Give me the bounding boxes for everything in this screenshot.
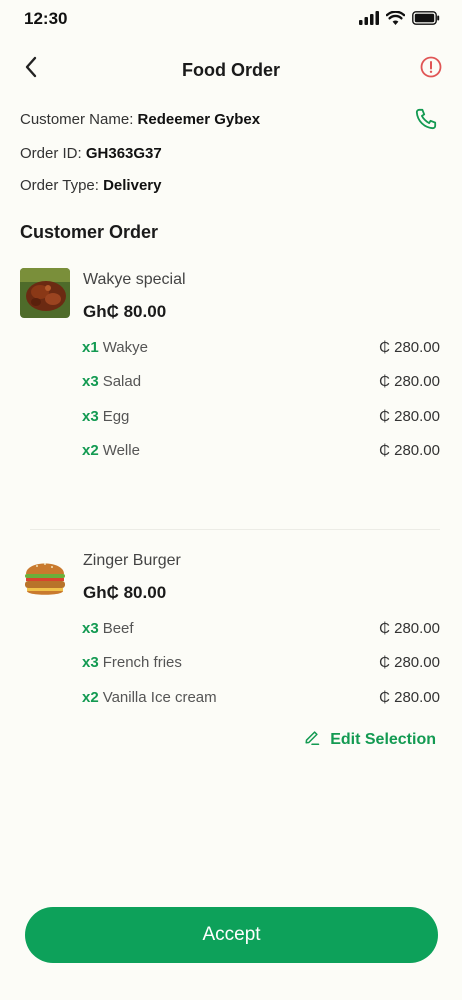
order-line: x3 French fries ₵ 280.00 <box>82 654 440 676</box>
line-name: Vanilla Ice cream <box>102 689 217 706</box>
call-customer-button[interactable] <box>412 107 440 135</box>
customer-name-label: Customer Name: <box>20 111 138 128</box>
food-thumbnail <box>20 550 70 600</box>
customer-name: Redeemer Gybex <box>137 111 261 128</box>
order-line: x3 Egg ₵ 280.00 <box>82 408 440 430</box>
line-qty: x3 <box>82 408 99 425</box>
order-line: x1 Wakye ₵ 280.00 <box>82 339 440 361</box>
status-icons <box>359 10 440 30</box>
item-name: Zinger Burger <box>83 552 181 569</box>
edit-selection-label: Edit Selection <box>330 730 436 748</box>
wifi-icon <box>385 10 406 30</box>
item-name: Wakye special <box>83 271 186 288</box>
order-id-label: Order ID: <box>20 145 86 162</box>
order-line: x3 Beef ₵ 280.00 <box>82 620 440 642</box>
report-button[interactable] <box>418 56 444 82</box>
order-type: Delivery <box>103 177 162 194</box>
order-id-row: Order ID: GH363G37 <box>20 145 162 162</box>
divider <box>30 529 440 530</box>
line-qty: x1 <box>82 339 99 356</box>
line-amount: ₵ 280.00 <box>379 339 440 356</box>
line-name: Welle <box>102 442 140 459</box>
edit-selection-button[interactable]: Edit Selection <box>304 729 436 750</box>
line-amount: ₵ 280.00 <box>379 442 440 459</box>
status-time: 12:30 <box>24 9 68 28</box>
order-type-label: Order Type: <box>20 177 104 194</box>
section-title: Customer Order <box>20 222 159 242</box>
food-order-screen: 12:30 Food Order Customer Name: Redeemer… <box>0 0 462 1000</box>
line-qty: x3 <box>82 373 99 390</box>
customer-name-row: Customer Name: Redeemer Gybex <box>20 111 260 128</box>
alert-icon <box>420 56 442 83</box>
line-name: Salad <box>102 373 142 390</box>
order-id: GH363G37 <box>85 145 162 162</box>
battery-icon <box>412 11 440 30</box>
accept-button[interactable]: Accept <box>25 907 438 963</box>
line-amount: ₵ 280.00 <box>379 373 440 390</box>
food-thumbnail <box>20 268 70 318</box>
line-amount: ₵ 280.00 <box>379 689 440 706</box>
status-bar: 12:30 <box>0 0 462 40</box>
signal-icon <box>359 11 379 30</box>
line-qty: x2 <box>82 689 99 706</box>
line-amount: ₵ 280.00 <box>379 654 440 671</box>
line-name: Egg <box>102 408 130 425</box>
line-amount: ₵ 280.00 <box>379 620 440 637</box>
line-qty: x3 <box>82 620 99 637</box>
order-type-row: Order Type: Delivery <box>20 177 161 194</box>
line-name: Wakye <box>102 339 148 356</box>
phone-icon <box>414 107 438 136</box>
pencil-icon <box>304 729 320 750</box>
order-line: x2 Vanilla Ice cream ₵ 280.00 <box>82 689 440 711</box>
line-qty: x3 <box>82 654 99 671</box>
line-name: French fries <box>102 654 182 671</box>
item-price: Gh₵ 80.00 <box>83 583 167 602</box>
item-price: Gh₵ 80.00 <box>83 302 167 321</box>
line-amount: ₵ 280.00 <box>379 408 440 425</box>
order-line: x3 Salad ₵ 280.00 <box>82 373 440 395</box>
page-title: Food Order <box>182 60 280 80</box>
header: Food Order <box>0 50 462 90</box>
line-name: Beef <box>102 620 134 637</box>
order-line: x2 Welle ₵ 280.00 <box>82 442 440 464</box>
line-qty: x2 <box>82 442 99 459</box>
